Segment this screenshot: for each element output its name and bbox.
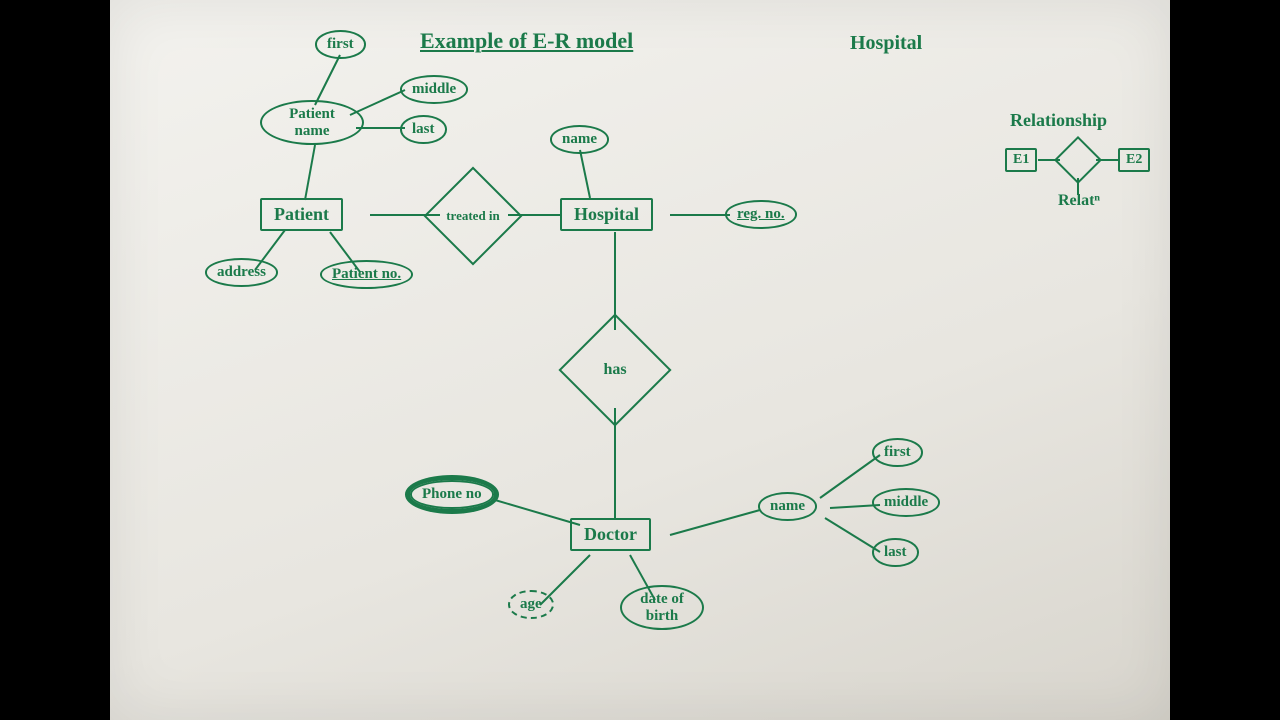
whiteboard-paper: Example of E-R model Hospital first midd…	[110, 0, 1170, 720]
attr-doctor-middle: middle	[872, 488, 940, 517]
attr-doctor-first: first	[872, 438, 923, 467]
legend-title: Relationship	[1010, 110, 1107, 131]
relationship-treated-in: treated in	[438, 181, 508, 251]
attr-patient-first: first	[315, 30, 366, 59]
attr-patient-no: Patient no.	[320, 260, 413, 289]
legend-e2: E2	[1118, 148, 1150, 172]
legend-e1: E1	[1005, 148, 1037, 172]
diagram-title: Example of E-R model	[420, 28, 633, 54]
attr-patient-name: Patient name	[260, 100, 364, 145]
legend-diamond	[1061, 143, 1095, 177]
attr-doctor-phoneno: Phone no	[410, 480, 494, 509]
context-label: Hospital	[850, 32, 922, 55]
attr-doctor-dob: date of birth	[620, 585, 704, 630]
legend-relat: Relatⁿ	[1058, 192, 1100, 210]
attr-patient-address: address	[205, 258, 278, 287]
attr-doctor-name: name	[758, 492, 817, 521]
attr-hospital-name: name	[550, 125, 609, 154]
attr-doctor-age: age	[508, 590, 554, 619]
entity-hospital: Hospital	[560, 198, 653, 231]
attr-doctor-last: last	[872, 538, 919, 567]
attr-patient-middle: middle	[400, 75, 468, 104]
entity-patient: Patient	[260, 198, 343, 231]
relationship-has: has	[575, 330, 655, 410]
entity-doctor: Doctor	[570, 518, 651, 551]
attr-hospital-regno: reg. no.	[725, 200, 797, 229]
attr-patient-last: last	[400, 115, 447, 144]
